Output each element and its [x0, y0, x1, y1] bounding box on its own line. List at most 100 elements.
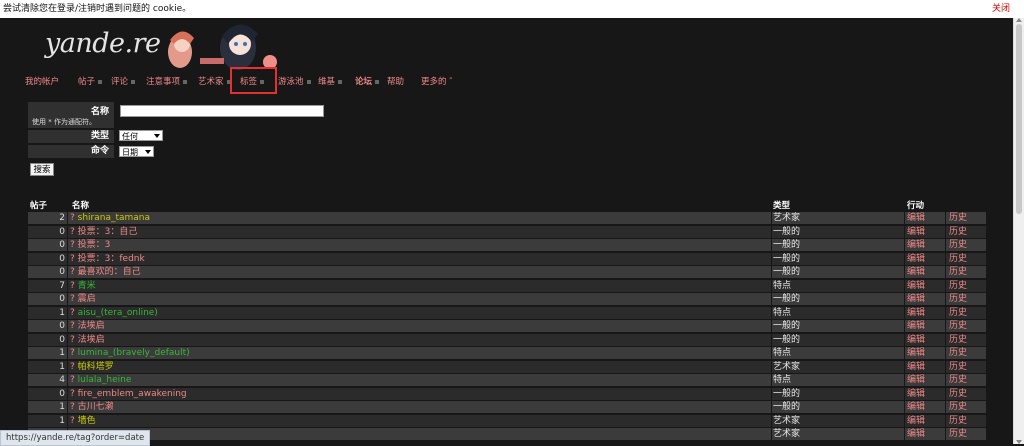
nav-item-forum[interactable]: 论坛: [355, 75, 380, 87]
tag-help-link[interactable]: ?: [70, 389, 75, 399]
edit-link[interactable]: 编辑: [907, 428, 925, 440]
tag-help-link[interactable]: ?: [70, 254, 75, 264]
edit-link[interactable]: 编辑: [907, 253, 925, 265]
edit-link[interactable]: 编辑: [907, 226, 925, 238]
tag-name-link[interactable]: lulala_heine: [78, 375, 132, 385]
tag-name-link[interactable]: 震启: [78, 294, 96, 304]
edit-link[interactable]: 编辑: [907, 388, 925, 400]
tag-name-link[interactable]: 投票：3: [78, 240, 111, 250]
dropdown-dot-icon[interactable]: [183, 79, 188, 84]
tag-name-link[interactable]: 法埃启: [78, 335, 105, 345]
nav-item-more[interactable]: 更多的 ″: [421, 75, 452, 87]
history-link[interactable]: 历史: [949, 253, 967, 265]
nav-item-wiki[interactable]: 维基: [318, 75, 343, 87]
header-name: 名称: [72, 201, 90, 211]
edit-link[interactable]: 编辑: [907, 347, 925, 359]
history-link[interactable]: 历史: [949, 212, 967, 224]
tag-name-link[interactable]: 投票：3：自己: [78, 227, 138, 237]
tag-name-link[interactable]: 帕科塔罗: [78, 362, 114, 372]
edit-link[interactable]: 编辑: [907, 307, 925, 319]
history-link[interactable]: 历史: [949, 226, 967, 238]
tag-help-link[interactable]: ?: [70, 402, 75, 412]
table-row: 0? 投票：3：自己 一般的 编辑 历史: [28, 225, 986, 238]
tag-help-link[interactable]: ?: [70, 294, 75, 304]
edit-link[interactable]: 编辑: [907, 280, 925, 292]
tag-name-link[interactable]: 最喜欢的：自己: [78, 267, 141, 277]
tag-help-link[interactable]: ?: [70, 321, 75, 331]
tag-name-link[interactable]: 墙色: [78, 416, 96, 426]
tag-name-link[interactable]: 古川七濑: [78, 402, 114, 412]
tag-help-link[interactable]: ?: [70, 267, 75, 277]
dropdown-dot-icon[interactable]: [98, 79, 103, 84]
scroll-down-icon[interactable]: [1016, 440, 1022, 444]
history-link[interactable]: 历史: [949, 334, 967, 346]
tag-help-link[interactable]: ?: [70, 213, 75, 223]
history-link[interactable]: 历史: [949, 307, 967, 319]
history-link[interactable]: 历史: [949, 428, 967, 440]
edit-link[interactable]: 编辑: [907, 239, 925, 251]
edit-link[interactable]: 编辑: [907, 266, 925, 278]
search-button[interactable]: 搜索: [30, 163, 54, 176]
scroll-up-icon[interactable]: [1016, 18, 1022, 22]
tag-help-link[interactable]: ?: [70, 348, 75, 358]
history-link[interactable]: 历史: [949, 401, 967, 413]
nav-item-artists[interactable]: 艺术家: [198, 75, 231, 87]
nav-item-posts[interactable]: 帖子: [78, 75, 103, 87]
edit-link[interactable]: 编辑: [907, 212, 925, 224]
tag-help-link[interactable]: ?: [70, 308, 75, 318]
nav-item-help[interactable]: 帮助: [387, 75, 404, 87]
history-link[interactable]: 历史: [949, 374, 967, 386]
history-link[interactable]: 历史: [949, 293, 967, 305]
history-link[interactable]: 历史: [949, 388, 967, 400]
tag-name-link[interactable]: shirana_tamana: [78, 213, 150, 223]
page-scrollbar[interactable]: [1013, 18, 1024, 444]
type-select[interactable]: 任何: [119, 130, 163, 141]
history-link[interactable]: 历史: [949, 347, 967, 359]
site-logo[interactable]: yande.re: [45, 28, 161, 59]
tag-help-link[interactable]: ?: [70, 335, 75, 345]
dropdown-dot-icon[interactable]: [131, 79, 136, 84]
post-count: 0: [59, 321, 65, 331]
table-row: 0? 最喜欢的：自己 一般的 编辑 历史: [28, 266, 986, 278]
history-link[interactable]: 历史: [949, 320, 967, 332]
table-row: 0? 法埃启 一般的 编辑 历史: [28, 333, 986, 346]
nav-item-pools[interactable]: 游泳池: [278, 75, 311, 87]
name-search-input[interactable]: [120, 105, 324, 117]
history-link[interactable]: 历史: [949, 415, 967, 427]
tag-name-link[interactable]: 投票：3：fednk: [78, 254, 145, 264]
tag-help-link[interactable]: ?: [70, 375, 75, 385]
edit-link[interactable]: 编辑: [907, 374, 925, 386]
history-link[interactable]: 历史: [949, 280, 967, 292]
dropdown-dot-icon[interactable]: [375, 79, 380, 84]
edit-link[interactable]: 编辑: [907, 320, 925, 332]
dropdown-dot-icon[interactable]: [338, 79, 343, 84]
tag-type: 一般的: [773, 294, 801, 304]
tag-help-link[interactable]: ?: [70, 416, 75, 426]
tag-help-link[interactable]: ?: [70, 227, 75, 237]
tag-name-link[interactable]: 青米: [78, 281, 96, 291]
tag-name-link[interactable]: 法埃启: [78, 321, 105, 331]
history-link[interactable]: 历史: [949, 361, 967, 373]
post-count: 0: [59, 294, 65, 304]
nav-item-my-account[interactable]: 我的帐户: [25, 75, 59, 87]
edit-link[interactable]: 编辑: [907, 415, 925, 427]
cookie-notice-close-link[interactable]: 关闭: [992, 0, 1010, 18]
nav-item-notes[interactable]: 注意事项: [146, 75, 188, 87]
dropdown-dot-icon[interactable]: [306, 79, 311, 84]
edit-link[interactable]: 编辑: [907, 334, 925, 346]
edit-link[interactable]: 编辑: [907, 361, 925, 373]
order-select[interactable]: 日期: [119, 146, 154, 157]
scrollbar-thumb[interactable]: [1016, 24, 1022, 214]
tag-help-link[interactable]: ?: [70, 362, 75, 372]
history-link[interactable]: 历史: [949, 266, 967, 278]
history-link[interactable]: 历史: [949, 239, 967, 251]
order-select-value: 日期: [122, 148, 138, 157]
tag-name-link[interactable]: fire_emblem_awakening: [78, 389, 187, 399]
tag-name-link[interactable]: aisu_(tera_online): [78, 308, 158, 318]
nav-item-comments[interactable]: 评论: [111, 75, 136, 87]
edit-link[interactable]: 编辑: [907, 401, 925, 413]
tag-help-link[interactable]: ?: [70, 240, 75, 250]
edit-link[interactable]: 编辑: [907, 293, 925, 305]
tag-help-link[interactable]: ?: [70, 281, 75, 291]
tag-name-link[interactable]: lumina_(bravely_default): [78, 348, 190, 358]
